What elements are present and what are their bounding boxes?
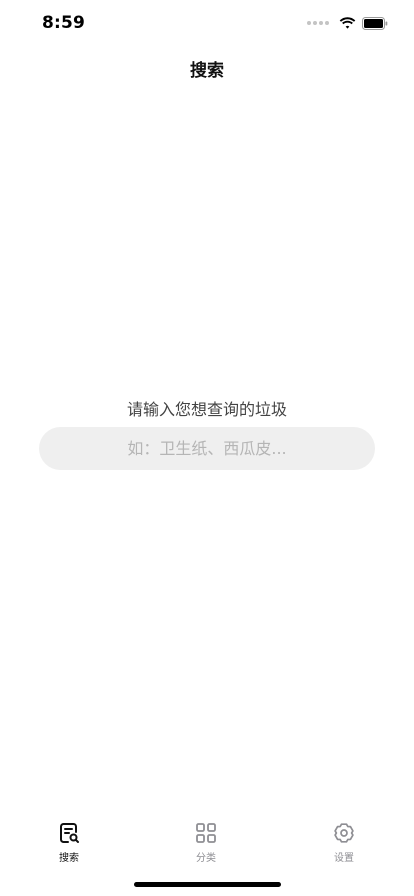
tab-category-label: 分类: [196, 853, 216, 864]
gear-icon: [334, 823, 354, 843]
home-indicator: [134, 882, 281, 887]
tab-settings[interactable]: 设置: [304, 812, 384, 868]
screen: 8:59 搜索 请输入您想查询的垃圾 如：卫生纸、西瓜皮... 搜索 分类 设置: [0, 0, 414, 896]
tab-search[interactable]: 搜索: [29, 812, 109, 868]
battery-icon: [362, 16, 388, 30]
status-time: 8:59: [42, 13, 86, 33]
tab-settings-label: 设置: [334, 853, 354, 864]
wifi-icon: [339, 17, 356, 29]
status-indicators: [307, 15, 388, 31]
cellular-signal-icon: [307, 21, 331, 25]
search-prompt: 请输入您想查询的垃圾: [126, 400, 287, 419]
status-bar: 8:59: [0, 0, 414, 44]
grid-icon: [196, 823, 216, 843]
tab-bar: 搜索 分类 设置: [0, 812, 414, 868]
search-input[interactable]: [39, 427, 375, 470]
tab-search-label: 搜索: [59, 853, 79, 864]
page-title: 搜索: [190, 61, 224, 81]
search-document-icon: [60, 823, 79, 843]
tab-category[interactable]: 分类: [166, 812, 246, 868]
